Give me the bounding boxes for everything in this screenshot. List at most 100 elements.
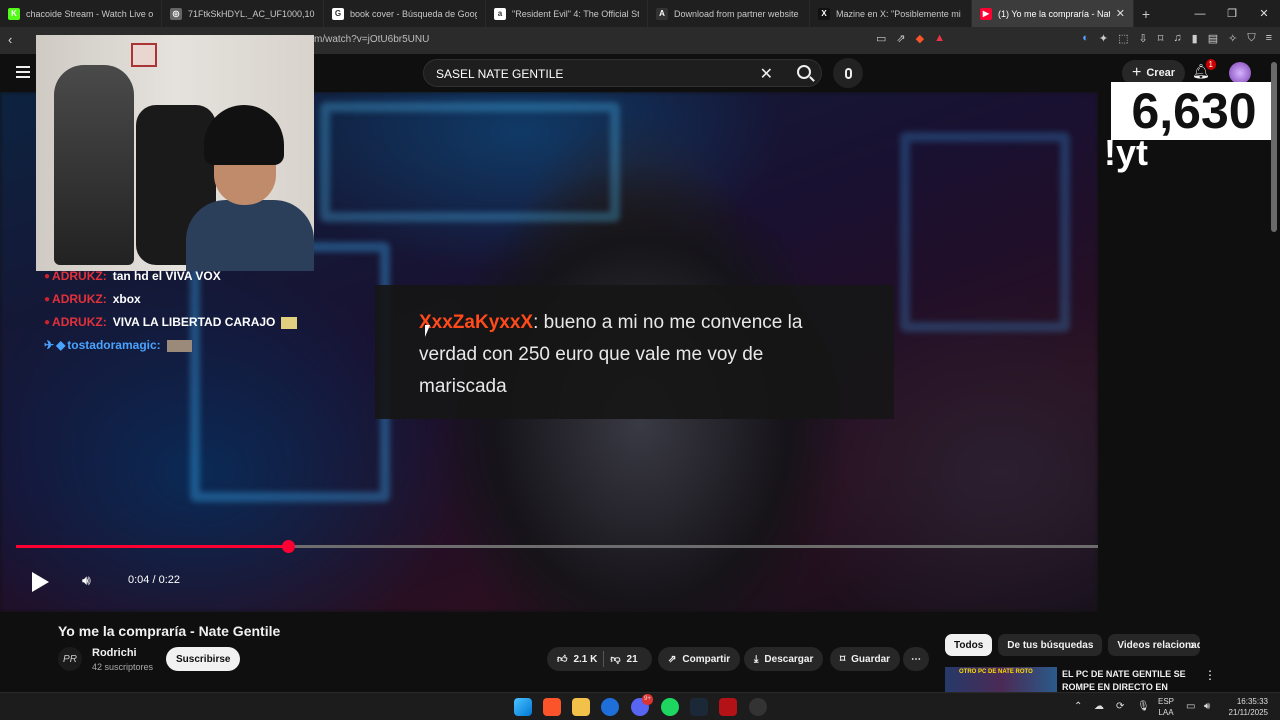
- mic-tray-icon[interactable]: 🎙︎: [1137, 701, 1150, 712]
- mic-icon: [844, 67, 852, 79]
- network-icon[interactable]: ▭: [1186, 701, 1195, 712]
- close-tab-icon[interactable]: ✕: [1116, 7, 1125, 20]
- play-icon[interactable]: [32, 572, 49, 592]
- chip-from-searches[interactable]: De tus búsquedas: [998, 634, 1103, 656]
- search-icon[interactable]: [797, 65, 811, 79]
- cast-icon[interactable]: ▭: [876, 32, 886, 45]
- time-display: 0:04 / 0:22: [128, 574, 180, 586]
- download-button[interactable]: ⤓ Descargar: [744, 647, 824, 671]
- close-window-icon[interactable]: ✕: [1248, 7, 1280, 20]
- divider: [603, 651, 605, 667]
- windows-start-icon[interactable]: [514, 698, 532, 716]
- share-button[interactable]: ⇗ Compartir: [658, 647, 741, 671]
- share-page-icon[interactable]: ⇗: [896, 32, 905, 45]
- kebab-icon[interactable]: ⋮: [1204, 668, 1216, 682]
- chevron-right-icon[interactable]: ›: [1190, 636, 1195, 652]
- brave-rewards-icon[interactable]: ▲: [934, 32, 945, 45]
- tray-chevron-icon[interactable]: ⌃: [1074, 701, 1082, 712]
- url-field[interactable]: m/watch?v=jOtU6br5UNU: [314, 34, 429, 45]
- video-chat-message: XxxZaKyxxX: bueno a mi no me convence la…: [375, 285, 894, 419]
- related-thumbnail[interactable]: OTRO PC DE NATE ROTO: [945, 667, 1057, 692]
- leo-icon[interactable]: ✧: [1228, 32, 1237, 45]
- chat-user: ADRUKZ:: [52, 292, 107, 306]
- download-label: Descargar: [764, 653, 814, 665]
- armor-statue: [54, 65, 134, 265]
- chat-row: ● ADRUKZ: VIVA LA LIBERTAD CARAJO: [44, 311, 298, 334]
- sync-icon[interactable]: ⟳: [1116, 701, 1124, 712]
- save-button[interactable]: ⌑ Guardar: [830, 647, 901, 671]
- neon-light: [900, 132, 1070, 332]
- back-icon[interactable]: ‹: [8, 32, 12, 47]
- steam-icon[interactable]: [690, 698, 708, 716]
- browser-tab[interactable]: Kchacoide Stream - Watch Live on: [0, 0, 162, 27]
- new-tab-icon[interactable]: +: [1134, 6, 1158, 22]
- video-app-icon[interactable]: [719, 698, 737, 716]
- chip-related[interactable]: Videos relacionado: [1108, 634, 1201, 656]
- taskbar: 9+ ⌃ ☁ ⟳ 🎙︎ ESP LAA ▭ 🔊︎ 16:35:33 21/11/…: [0, 692, 1280, 720]
- like-icon[interactable]: 👍︎: [557, 653, 567, 665]
- related-filter-chips: Todos De tus búsquedas Videos relacionad…: [945, 634, 1201, 656]
- plus-icon: +: [1132, 64, 1142, 81]
- more-actions-button[interactable]: ⋯: [903, 647, 929, 671]
- dislike-count[interactable]: 21: [627, 654, 638, 665]
- rocket-icon: ✈: [44, 338, 55, 352]
- browser-tab[interactable]: Gbook cover - Búsqueda de Google: [324, 0, 486, 27]
- save-icon: ⌑: [840, 653, 846, 665]
- brave-shield-icon[interactable]: ◆: [916, 32, 924, 45]
- bing-icon[interactable]: [601, 698, 619, 716]
- search-input[interactable]: SASEL NATE GENTILE ✕: [423, 59, 822, 87]
- language-indicator[interactable]: ESP LAA: [1158, 696, 1174, 718]
- spotify-icon[interactable]: [661, 698, 679, 716]
- wallet2-icon[interactable]: ▤: [1208, 32, 1218, 45]
- address-actions: ▭ ⇗ ◆ ▲: [876, 32, 945, 45]
- notifications-button[interactable]: 🔔︎ 1: [1192, 59, 1216, 81]
- download-icon[interactable]: ⇩: [1139, 32, 1148, 45]
- menu-icon[interactable]: ≡: [1266, 32, 1272, 45]
- minimize-icon[interactable]: —: [1184, 8, 1216, 20]
- like-dislike-group: 👍︎ 2.1 K 👎︎ 21: [547, 647, 652, 671]
- progress-bar[interactable]: [16, 540, 1098, 553]
- channel-name[interactable]: Rodrichi: [92, 647, 137, 659]
- volume-icon[interactable]: 🔊︎: [82, 572, 91, 589]
- hamburger-icon[interactable]: [16, 66, 30, 81]
- discord-badge: 9+: [642, 694, 653, 705]
- obs-icon[interactable]: [749, 698, 767, 716]
- browser-tab[interactable]: X Mazine en X: "Posiblemente mi víde: [810, 0, 972, 27]
- clock[interactable]: 16:35:33 21/11/2025: [1229, 696, 1268, 718]
- browser-tab[interactable]: A Download from partner website - Ar: [648, 0, 810, 27]
- chat-user: ADRUKZ:: [52, 315, 107, 329]
- speaker-icon[interactable]: 🔊︎: [1204, 701, 1210, 712]
- sidebar-icon[interactable]: ▮: [1192, 32, 1198, 45]
- file-explorer-icon[interactable]: [572, 698, 590, 716]
- amazon-icon: a: [494, 7, 506, 20]
- browser-tab[interactable]: ◎ 71FtkSkHDYL._AC_UF1000,1000_QL8: [162, 0, 324, 27]
- clear-search-icon[interactable]: ✕: [760, 64, 773, 84]
- bookmark-icon[interactable]: ⌑: [1158, 32, 1164, 45]
- browser-tab[interactable]: ▶ (1) Yo me la compraría - Nate Gentile ✕: [972, 0, 1134, 27]
- maximize-icon[interactable]: ❐: [1216, 7, 1248, 20]
- cloud-icon[interactable]: ☁: [1094, 701, 1104, 712]
- channel-avatar[interactable]: PR: [58, 647, 82, 671]
- chat-text: xbox: [112, 292, 141, 306]
- like-count[interactable]: 2.1 K: [573, 654, 597, 665]
- browser-tab-bar: Kchacoide Stream - Watch Live on ◎ 71FtkSk…: [0, 0, 1280, 27]
- related-video-title[interactable]: EL PC DE NATE GENTILE SE ROMPE EN DIRECT…: [1062, 668, 1187, 692]
- music-icon[interactable]: ♫: [1173, 32, 1181, 45]
- avatar[interactable]: [1229, 62, 1251, 84]
- tab-title: "Resident Evil" 4: The Official Strateg: [512, 8, 639, 19]
- scrollbar[interactable]: [1271, 62, 1277, 232]
- brave-browser-icon[interactable]: [543, 698, 561, 716]
- video-title: Yo me la compraría - Nate Gentile: [58, 623, 281, 639]
- mouse-cursor: [425, 325, 433, 337]
- extension-icon[interactable]: ✦: [1099, 32, 1108, 45]
- voice-search-button[interactable]: [833, 58, 863, 88]
- subscribe-button[interactable]: Suscribirse: [166, 647, 241, 671]
- screenshot-icon[interactable]: ⬚: [1118, 32, 1128, 45]
- vpn-icon[interactable]: ⛉: [1247, 32, 1255, 45]
- subscriber-count: 42 suscriptores: [92, 662, 154, 672]
- wall-picture: [131, 43, 157, 67]
- browser-tab[interactable]: a "Resident Evil" 4: The Official Strateg: [486, 0, 648, 27]
- chip-all[interactable]: Todos: [945, 634, 993, 656]
- wallet-icon[interactable]: ◐: [1082, 32, 1089, 45]
- dislike-icon[interactable]: 👎︎: [610, 653, 620, 665]
